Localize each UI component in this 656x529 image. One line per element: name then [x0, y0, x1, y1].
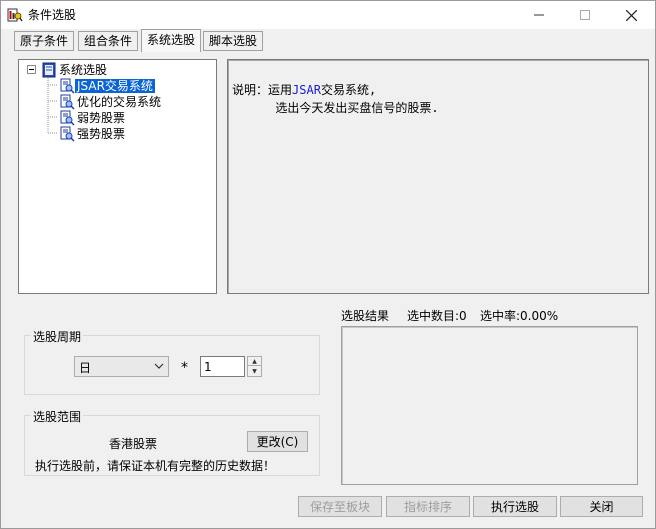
maximize-button[interactable]: [562, 1, 608, 29]
document-magnifier-icon: [60, 126, 75, 142]
description-line1-before: 运用: [268, 83, 293, 97]
scope-value: 香港股票: [109, 437, 158, 451]
description-prefix: 说明：: [232, 83, 269, 97]
spin-down-arrow-icon[interactable]: ▼: [248, 367, 261, 376]
document-magnifier-icon: [60, 110, 75, 126]
description-indent: [232, 101, 275, 115]
tree-collapse-toggle[interactable]: [27, 65, 36, 74]
tree-item-label: 优化的交易系统: [77, 95, 162, 109]
change-scope-button[interactable]: 更改(C): [247, 431, 308, 452]
book-icon: [42, 62, 56, 78]
description-panel: 说明：运用JSAR交易系统, 选出今天发出买盘信号的股票.: [227, 59, 649, 294]
result-rate: 选中率:0.00%: [480, 309, 559, 323]
maximize-icon: [580, 10, 590, 20]
description-text: 说明：运用JSAR交易系统, 选出今天发出买盘信号的股票.: [232, 81, 439, 117]
title-bar[interactable]: 条件选股: [1, 1, 655, 29]
tab-atomic-conditions[interactable]: 原子条件: [14, 31, 75, 51]
multiplier-symbol: *: [181, 360, 188, 376]
tab-script-picking[interactable]: 脚本选股: [203, 31, 264, 51]
tab-combined-conditions[interactable]: 组合条件: [78, 31, 139, 51]
spin-up-arrow-icon[interactable]: ▲: [248, 357, 261, 366]
tree-root[interactable]: 系统选股: [41, 62, 109, 78]
close-icon: [625, 9, 637, 21]
history-data-notice: 执行选股前，请保证本机有完整的历史数据！: [35, 459, 276, 473]
system-tree[interactable]: 系统选股 JSAR交易系统 优化的交易系统 弱势股票 强势股票: [18, 59, 217, 294]
dialog-window: 条件选股 原子条件 组合条件 系统选股 脚本选股 系统选股 JSAR交易系统 优…: [0, 0, 656, 529]
result-title: 选股结果: [341, 309, 390, 323]
tree-item-label: JSAR交易系统: [74, 78, 156, 94]
tree-item-strong[interactable]: 强势股票: [59, 126, 127, 142]
close-button[interactable]: 关闭: [560, 496, 643, 517]
description-line1-after: 交易系统,: [320, 83, 377, 97]
period-selected-value: 日: [79, 361, 92, 375]
period-group: 选股周期: [24, 328, 320, 395]
document-magnifier-icon: [60, 94, 75, 110]
tree-root-label: 系统选股: [59, 63, 108, 77]
result-list[interactable]: [341, 326, 638, 485]
close-window-button[interactable]: [608, 1, 654, 29]
period-multiplier-spinner[interactable]: ▲ ▼: [247, 356, 262, 377]
save-to-block-button[interactable]: 保存至板块: [298, 496, 382, 517]
scope-group-title: 选股范围: [31, 408, 84, 425]
tree-item-weak[interactable]: 弱势股票: [59, 110, 127, 126]
document-magnifier-icon: [60, 78, 75, 94]
tree-item-jsar[interactable]: JSAR交易系统: [59, 78, 156, 94]
period-group-title: 选股周期: [31, 328, 84, 345]
result-count: 选中数目:0: [407, 309, 467, 323]
period-multiplier-input[interactable]: [200, 356, 245, 377]
stock-picker-app-icon: [7, 8, 23, 22]
indicator-sort-button[interactable]: 指标排序: [386, 496, 470, 517]
description-line2: 选出今天发出买盘信号的股票.: [275, 101, 439, 115]
tree-item-label: 强势股票: [77, 127, 126, 141]
minimize-button[interactable]: [516, 1, 562, 29]
execute-picking-button[interactable]: 执行选股: [473, 496, 557, 517]
window-title: 条件选股: [28, 8, 77, 22]
description-highlight: JSAR: [292, 83, 321, 97]
minimize-icon: [534, 14, 544, 16]
chevron-down-icon: [154, 363, 164, 369]
period-select[interactable]: 日: [74, 356, 169, 377]
tree-item-label: 弱势股票: [77, 111, 126, 125]
tree-item-optimized[interactable]: 优化的交易系统: [59, 94, 163, 110]
tab-system-picking[interactable]: 系统选股: [141, 29, 202, 52]
